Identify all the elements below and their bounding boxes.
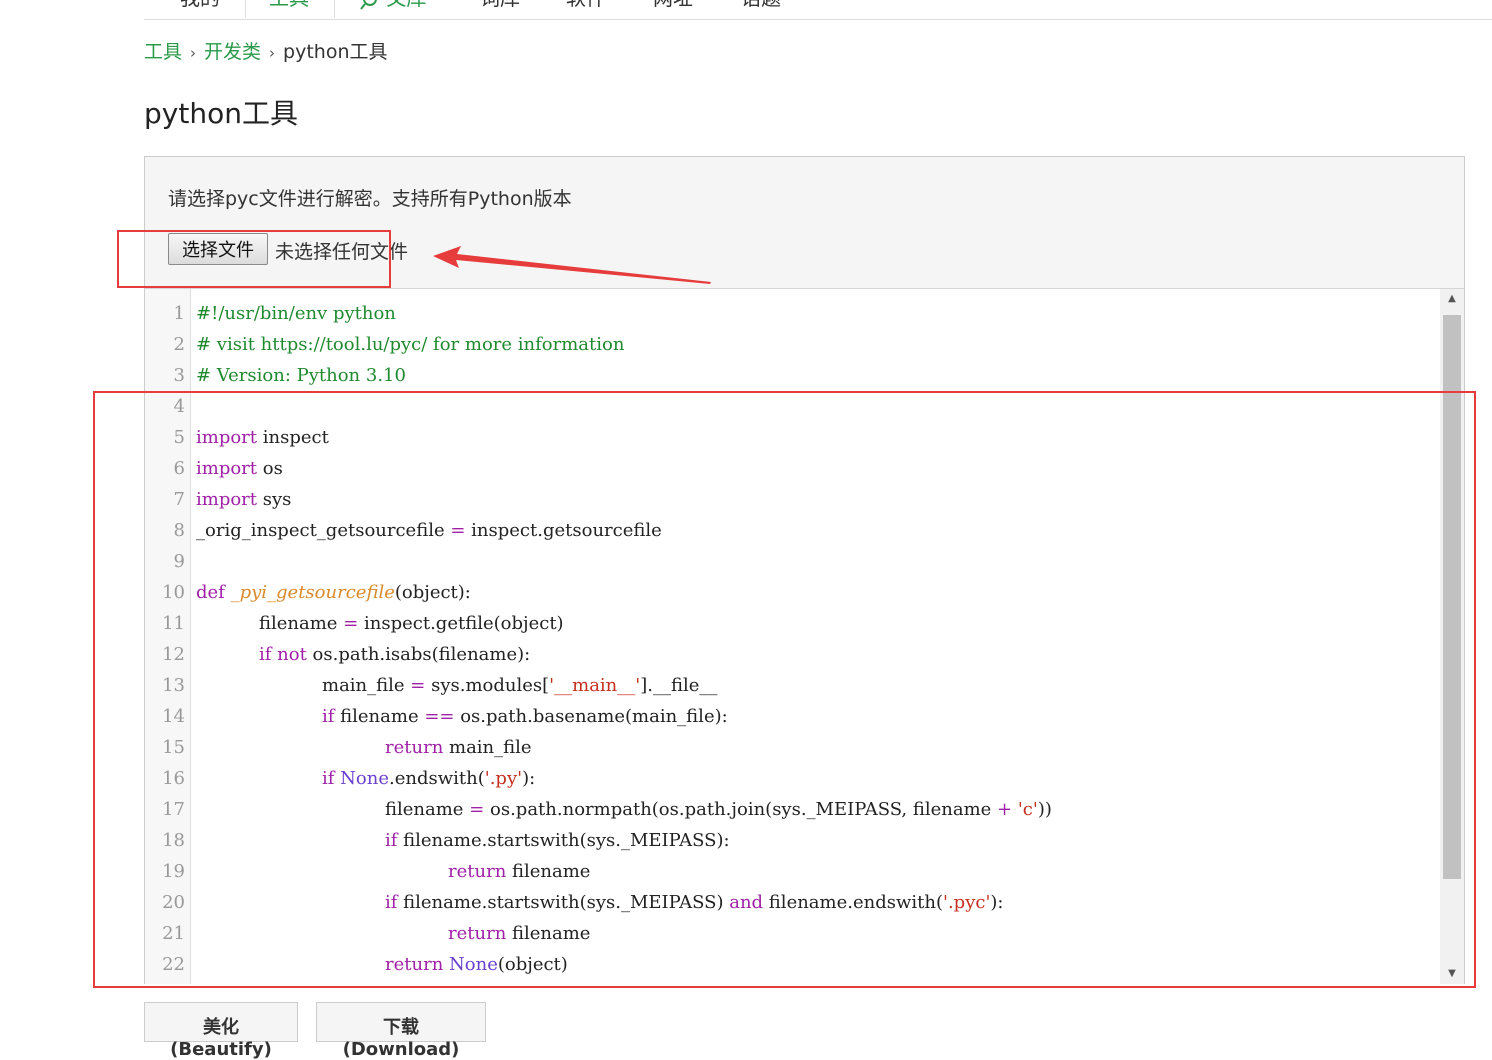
tab-tools[interactable]: 工具 (245, 0, 335, 18)
download-button[interactable]: 下载(Download) (316, 1002, 486, 1060)
tab-library[interactable]: 文库 (360, 0, 426, 18)
line-number: 2 (173, 334, 185, 355)
tab-software[interactable]: 软件 (566, 0, 606, 18)
annotation-box-code (93, 391, 1476, 988)
annotation-arrow-icon (433, 246, 711, 284)
breadcrumb-link-tools[interactable]: 工具 (144, 41, 182, 63)
tab-topics[interactable]: 话题 (741, 0, 781, 18)
scroll-up-arrow-icon[interactable]: ▲ (1440, 289, 1464, 309)
breadcrumb-link-dev[interactable]: 开发类 (204, 41, 261, 63)
panel-description: 请选择pyc文件进行解密。支持所有Python版本 (168, 188, 572, 210)
search-icon (360, 0, 380, 10)
tab-dictionary[interactable]: 词库 (480, 0, 520, 18)
line-number: 3 (173, 365, 185, 386)
code-line: 1 #!/usr/bin/env python (145, 298, 1440, 329)
line-number: 1 (173, 303, 185, 324)
annotation-box-file-select (117, 230, 391, 288)
code-line: 3 # Version: Python 3.10 (145, 360, 1440, 391)
code-line: 2 # visit https://tool.lu/pyc/ for more i… (145, 329, 1440, 360)
tab-websites[interactable]: 网址 (653, 0, 693, 18)
breadcrumb-current: python工具 (283, 41, 388, 63)
breadcrumb: 工具 › 开发类 › python工具 (144, 39, 388, 66)
beautify-button[interactable]: 美化(Beautify) (144, 1002, 298, 1060)
page-title: python工具 (144, 97, 298, 130)
top-nav: 我的 工具 文库 词库 软件 网址 话题 (144, 0, 1492, 20)
breadcrumb-separator: › (190, 44, 197, 62)
tab-mine[interactable]: 我的 (180, 0, 220, 18)
breadcrumb-separator: › (269, 44, 276, 62)
